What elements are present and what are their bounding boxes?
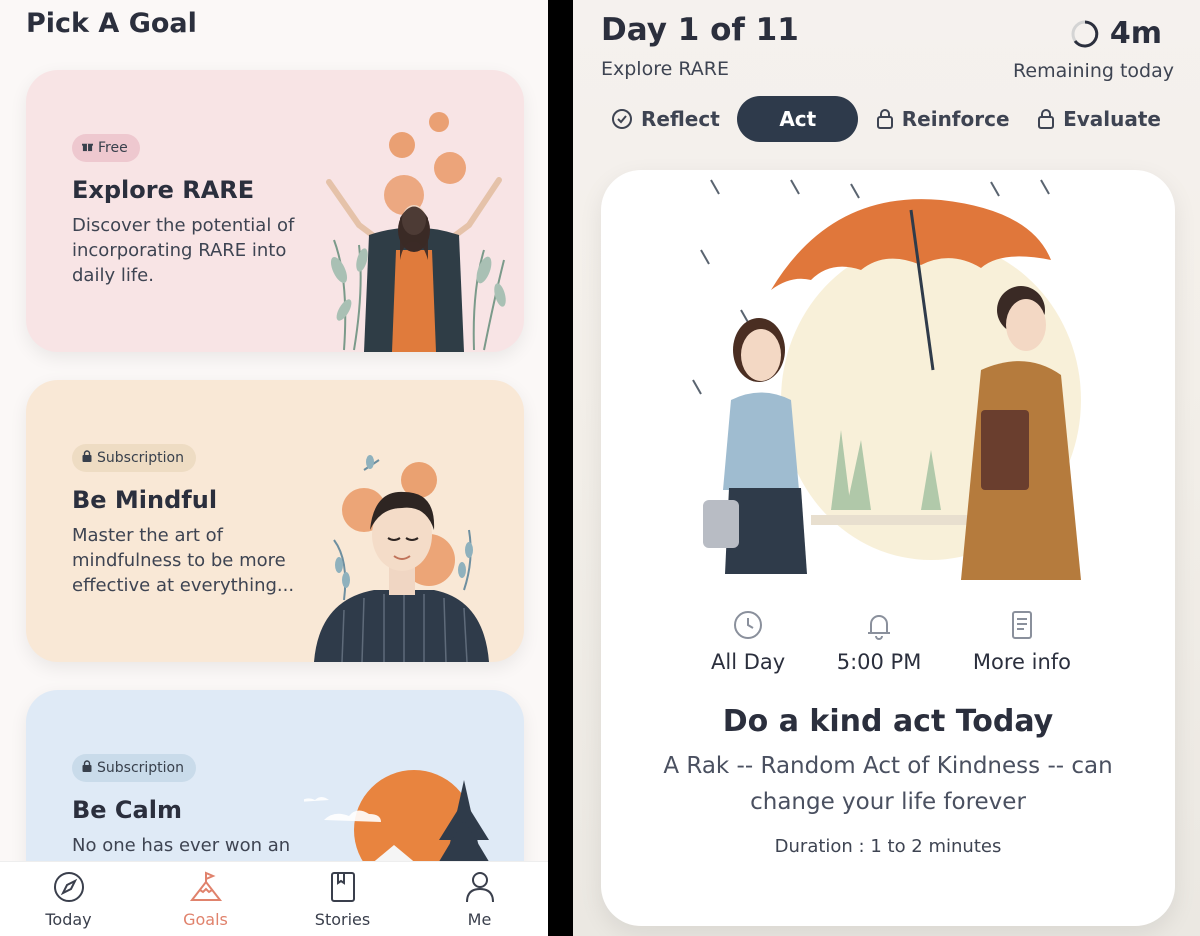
step-evaluate[interactable]: Evaluate	[1027, 96, 1171, 142]
goal-card-be-mindful[interactable]: Subscription Be Mindful Master the art o…	[26, 380, 524, 662]
day-detail-screen: Day 1 of 11 Explore RARE 4m Remaining to…	[573, 0, 1200, 936]
umbrella-kindness-illustration	[692, 179, 1081, 580]
compass-icon	[53, 872, 84, 902]
card-description: No one has ever won an	[72, 835, 291, 856]
day-number: 1	[677, 12, 700, 48]
info-label: 5:00 PM	[836, 650, 922, 674]
mountain-flag-icon	[189, 871, 222, 901]
info-label: More info	[972, 650, 1071, 674]
schedule-info-row: All Day 5:00 PM More info	[711, 608, 1071, 674]
tab-goals[interactable]: Goals	[137, 862, 274, 936]
step-label: Reflect	[641, 107, 720, 131]
tab-today[interactable]: Today	[0, 862, 137, 936]
activity-duration: Duration : 1 to 2 minutes	[774, 836, 1002, 857]
card-title: Explore RARE	[72, 176, 255, 204]
tab-label: Stories	[314, 910, 371, 929]
lock-icon	[876, 109, 893, 129]
gift-icon	[82, 140, 93, 156]
day-progress-title: Day 1 of 11	[601, 12, 799, 48]
step-reinforce[interactable]: Reinforce	[866, 96, 1020, 142]
tab-label: Goals	[183, 910, 228, 929]
info-label: All Day	[711, 650, 786, 674]
tab-label: Me	[467, 910, 492, 929]
book-icon	[330, 872, 355, 902]
day-total: of 11	[710, 12, 799, 48]
lock-icon	[82, 450, 92, 466]
timer: 4m	[1070, 16, 1162, 51]
step-label: Evaluate	[1063, 107, 1161, 131]
bottom-tab-bar: Today Goals Stories Me	[0, 861, 548, 936]
badge-label: Subscription	[97, 760, 184, 776]
timer-value: 4m	[1109, 16, 1162, 51]
goal-subtitle: Explore RARE	[601, 58, 729, 80]
document-icon	[1011, 611, 1032, 639]
step-act[interactable]: Act	[737, 96, 859, 142]
woman-celebrating-illustration	[326, 112, 506, 352]
tab-stories[interactable]: Stories	[274, 862, 411, 936]
card-title: Be Calm	[72, 796, 182, 824]
step-tabs: Reflect Act Reinforce Evaluate	[601, 96, 1171, 142]
step-label: Reinforce	[901, 107, 1010, 131]
goals-screen: Pick A Goal Free Explore RARE Discover t…	[0, 0, 548, 936]
bell-icon	[868, 615, 891, 640]
info-more-info[interactable]: More info	[973, 608, 1071, 674]
activity-card: All Day 5:00 PM More info Do a kind act …	[601, 170, 1175, 926]
info-reminder-time[interactable]: 5:00 PM	[836, 608, 922, 674]
free-badge: Free	[72, 134, 140, 162]
lock-icon	[82, 760, 92, 776]
badge-label: Free	[98, 140, 128, 156]
page-title: Pick A Goal	[26, 8, 197, 39]
man-meditating-illustration	[314, 455, 489, 662]
goal-card-explore-rare[interactable]: Free Explore RARE Discover the potential…	[26, 70, 524, 352]
person-icon	[465, 872, 494, 903]
clock-icon	[734, 611, 763, 639]
tab-label: Today	[45, 910, 92, 929]
info-all-day[interactable]: All Day	[711, 608, 785, 674]
subscription-badge: Subscription	[72, 754, 196, 782]
card-description: Master the art of mindfulness to be more…	[72, 525, 295, 596]
badge-label: Subscription	[97, 450, 184, 466]
subscription-badge: Subscription	[72, 444, 196, 472]
step-label: Act	[779, 107, 817, 131]
step-reflect[interactable]: Reflect	[601, 96, 730, 142]
card-description: Discover the potential of incorporating …	[72, 215, 295, 286]
tab-me[interactable]: Me	[411, 862, 548, 936]
progress-ring-icon	[1071, 20, 1099, 47]
lock-icon	[1038, 109, 1055, 129]
timer-label: Remaining today	[1013, 60, 1174, 82]
activity-title: Do a kind act Today	[722, 704, 1054, 739]
activity-description: A Rak -- Random Act of Kindness -- can c…	[663, 753, 1113, 815]
check-circle-icon	[612, 109, 632, 129]
card-title: Be Mindful	[72, 486, 218, 514]
day-label: Day	[601, 12, 667, 48]
